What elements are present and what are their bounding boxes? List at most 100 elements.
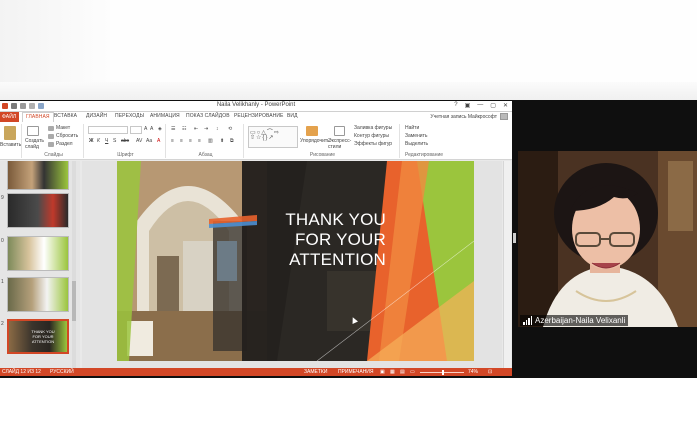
tab-animation[interactable]: АНИМАЦИЯ bbox=[150, 113, 180, 119]
quick-styles-button[interactable]: Экспресс-стили bbox=[328, 138, 352, 150]
current-slide[interactable]: THANK YOU FOR YOUR ATTENTION bbox=[117, 161, 474, 361]
indent-more-icon[interactable]: ⇥ bbox=[204, 126, 208, 132]
normal-view-icon[interactable]: ▣ bbox=[380, 369, 385, 375]
underline-icon[interactable]: Ч bbox=[105, 138, 108, 144]
paste-label[interactable]: Вставить bbox=[0, 142, 21, 148]
tab-slideshow[interactable]: ПОКАЗ СЛАЙДОВ bbox=[186, 113, 230, 119]
account-label: Учетная запись Майкрософт bbox=[430, 113, 497, 120]
maximize-button[interactable]: ▢ bbox=[490, 102, 496, 109]
tab-insert[interactable]: ВСТАВКА bbox=[54, 113, 77, 119]
font-size-select[interactable] bbox=[130, 126, 142, 134]
align-text-icon[interactable]: ⬍ bbox=[220, 138, 224, 144]
new-slide-icon[interactable] bbox=[27, 126, 39, 136]
comments-button[interactable]: ПРИМЕЧАНИЯ bbox=[338, 369, 374, 375]
thumbnail-caption: THANK YOU FOR YOUR ATTENTION bbox=[31, 329, 55, 344]
shadow-icon[interactable]: S bbox=[113, 138, 116, 144]
quick-styles-icon[interactable] bbox=[334, 126, 345, 136]
group-clipboard: Вставить bbox=[0, 124, 22, 158]
find-button[interactable]: Найти bbox=[405, 125, 419, 131]
strike-icon[interactable]: abc bbox=[121, 138, 129, 144]
font-family-select[interactable] bbox=[88, 126, 128, 134]
title-bar: Naila Velikhanly - PowerPoint ? ▣ — ▢ ✕ bbox=[0, 101, 512, 112]
zoom-slider[interactable] bbox=[420, 370, 464, 375]
new-slide-label[interactable]: Создать слайд bbox=[25, 138, 45, 150]
slide-headline[interactable]: THANK YOU FOR YOUR ATTENTION bbox=[285, 210, 386, 270]
split-handle[interactable] bbox=[513, 233, 516, 243]
headline-line: FOR YOUR bbox=[294, 230, 386, 249]
slide-thumbnail[interactable] bbox=[7, 193, 69, 228]
thumbnail-row[interactable]: 1 bbox=[0, 277, 80, 315]
slide-thumbnail-selected[interactable]: THANK YOU FOR YOUR ATTENTION bbox=[7, 319, 69, 354]
account-area[interactable]: Учетная запись Майкрософт bbox=[430, 113, 508, 120]
webcam-video[interactable]: Azerbaijan-Naila Velixanli bbox=[518, 151, 697, 327]
select-button[interactable]: Выделить bbox=[405, 141, 428, 147]
thumbnail-row[interactable] bbox=[0, 161, 80, 193]
justify-icon[interactable]: ≡ bbox=[198, 138, 201, 144]
font-grow-icon[interactable]: A bbox=[144, 126, 147, 132]
ghost-bar bbox=[0, 82, 697, 100]
align-left-icon[interactable]: ≡ bbox=[171, 138, 174, 144]
ribbon: Вставить Создать слайд Макет Сбросить Ра… bbox=[0, 122, 512, 160]
close-button[interactable]: ✕ bbox=[503, 102, 508, 109]
tab-design[interactable]: ДИЗАЙН bbox=[86, 113, 107, 119]
text-direction-icon[interactable]: ⟲ bbox=[228, 126, 232, 132]
thumbnail-number: 9 bbox=[1, 195, 4, 201]
window-controls: ? ▣ — ▢ ✕ bbox=[454, 102, 508, 109]
ribbon-tabs: ФАЙЛ ГЛАВНАЯ ВСТАВКА ДИЗАЙН ПЕРЕХОДЫ АНИ… bbox=[0, 112, 512, 122]
slide-thumbnail[interactable] bbox=[7, 236, 69, 271]
reading-view-icon[interactable]: ▤ bbox=[400, 369, 405, 375]
numbering-icon[interactable]: ☷ bbox=[182, 126, 186, 132]
align-center-icon[interactable]: ≡ bbox=[180, 138, 183, 144]
thumbnail-row[interactable]: 0 bbox=[0, 236, 80, 274]
slide-thumbnail[interactable] bbox=[7, 277, 69, 312]
arrange-button[interactable]: Упорядочить bbox=[300, 138, 330, 144]
group-slides: Создать слайд Макет Сбросить Раздел Слай… bbox=[24, 124, 84, 158]
zoom-slider-knob[interactable] bbox=[442, 370, 444, 375]
italic-icon[interactable]: К bbox=[97, 138, 100, 144]
reset-button[interactable]: Сбросить bbox=[56, 133, 78, 139]
shape-effects-button[interactable]: Эффекты фигур bbox=[354, 141, 392, 147]
tab-transitions[interactable]: ПЕРЕХОДЫ bbox=[115, 113, 144, 119]
font-color-icon[interactable]: A bbox=[157, 138, 160, 144]
zoom-level[interactable]: 74% bbox=[468, 369, 478, 375]
replace-button[interactable]: Заменить bbox=[405, 133, 427, 139]
indent-less-icon[interactable]: ⇤ bbox=[194, 126, 198, 132]
fit-slide-icon[interactable]: ⊡ bbox=[488, 369, 492, 375]
editor-scrollbar[interactable] bbox=[503, 161, 511, 368]
language-indicator[interactable]: РУССКИЙ bbox=[50, 369, 74, 375]
columns-icon[interactable]: ▥ bbox=[208, 138, 213, 144]
paste-icon[interactable] bbox=[4, 126, 16, 140]
layout-button[interactable]: Макет bbox=[56, 125, 70, 131]
shape-fill-button[interactable]: Заливка фигуры bbox=[354, 125, 392, 131]
bold-icon[interactable]: Ж bbox=[89, 138, 94, 144]
minimize-button[interactable]: — bbox=[477, 102, 483, 109]
sorter-view-icon[interactable]: ▦ bbox=[390, 369, 395, 375]
tab-file[interactable]: ФАЙЛ bbox=[0, 112, 19, 122]
section-button[interactable]: Раздел bbox=[56, 141, 73, 147]
group-label-slides: Слайды bbox=[44, 152, 63, 158]
ribbon-display-button[interactable]: ▣ bbox=[465, 102, 471, 109]
thumbnail-scrollbar[interactable] bbox=[72, 161, 76, 368]
scroll-thumb[interactable] bbox=[72, 281, 76, 321]
slideshow-view-icon[interactable]: ▭ bbox=[410, 369, 415, 375]
align-right-icon[interactable]: ≡ bbox=[189, 138, 192, 144]
clear-format-icon[interactable]: ◈ bbox=[158, 126, 162, 132]
headline-line: ATTENTION bbox=[289, 250, 386, 269]
thumbnail-row[interactable]: 9 bbox=[0, 193, 80, 231]
thumbnail-row[interactable]: 2 THANK YOU FOR YOUR ATTENTION bbox=[0, 319, 80, 357]
font-shrink-icon[interactable]: A bbox=[150, 126, 153, 132]
spacing-icon[interactable]: AV bbox=[136, 138, 142, 144]
bullets-icon[interactable]: ☰ bbox=[171, 126, 175, 132]
case-icon[interactable]: Aa bbox=[146, 138, 152, 144]
arrange-icon[interactable] bbox=[306, 126, 318, 136]
notes-button[interactable]: ЗАМЕТКИ bbox=[304, 369, 327, 375]
line-spacing-icon[interactable]: ↕ bbox=[216, 126, 219, 132]
tab-home[interactable]: ГЛАВНАЯ bbox=[22, 112, 54, 122]
tab-review[interactable]: РЕЦЕНЗИРОВАНИЕ bbox=[234, 113, 284, 119]
smartart-icon[interactable]: ⧉ bbox=[230, 138, 234, 144]
status-bar: СЛАЙД 12 ИЗ 12 РУССКИЙ ЗАМЕТКИ ПРИМЕЧАНИ… bbox=[0, 368, 512, 376]
slide-thumbnail[interactable] bbox=[7, 161, 69, 190]
tab-view[interactable]: ВИД bbox=[287, 113, 298, 119]
help-button[interactable]: ? bbox=[454, 102, 457, 109]
shape-outline-button[interactable]: Контур фигуры bbox=[354, 133, 389, 139]
